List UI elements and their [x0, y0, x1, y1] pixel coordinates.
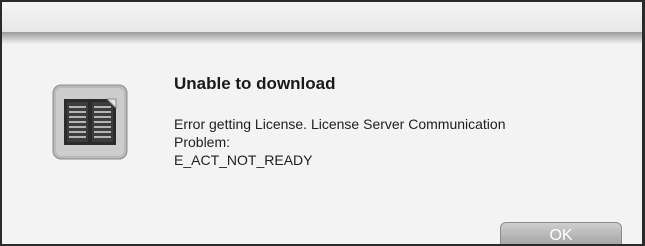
error-code: E_ACT_NOT_READY	[174, 152, 313, 168]
ok-button[interactable]: OK	[500, 222, 622, 244]
dialog-top-shadow	[2, 32, 642, 44]
message-line: Error getting License. License Server Co…	[174, 116, 506, 132]
dialog-top-strip	[2, 2, 642, 32]
message-line: Problem:	[174, 134, 231, 150]
dialog-message: Error getting License. License Server Co…	[174, 115, 614, 169]
error-dialog: Unable to download Error getting License…	[0, 0, 645, 246]
dialog-title: Unable to download	[174, 74, 336, 93]
book-icon	[52, 84, 128, 160]
